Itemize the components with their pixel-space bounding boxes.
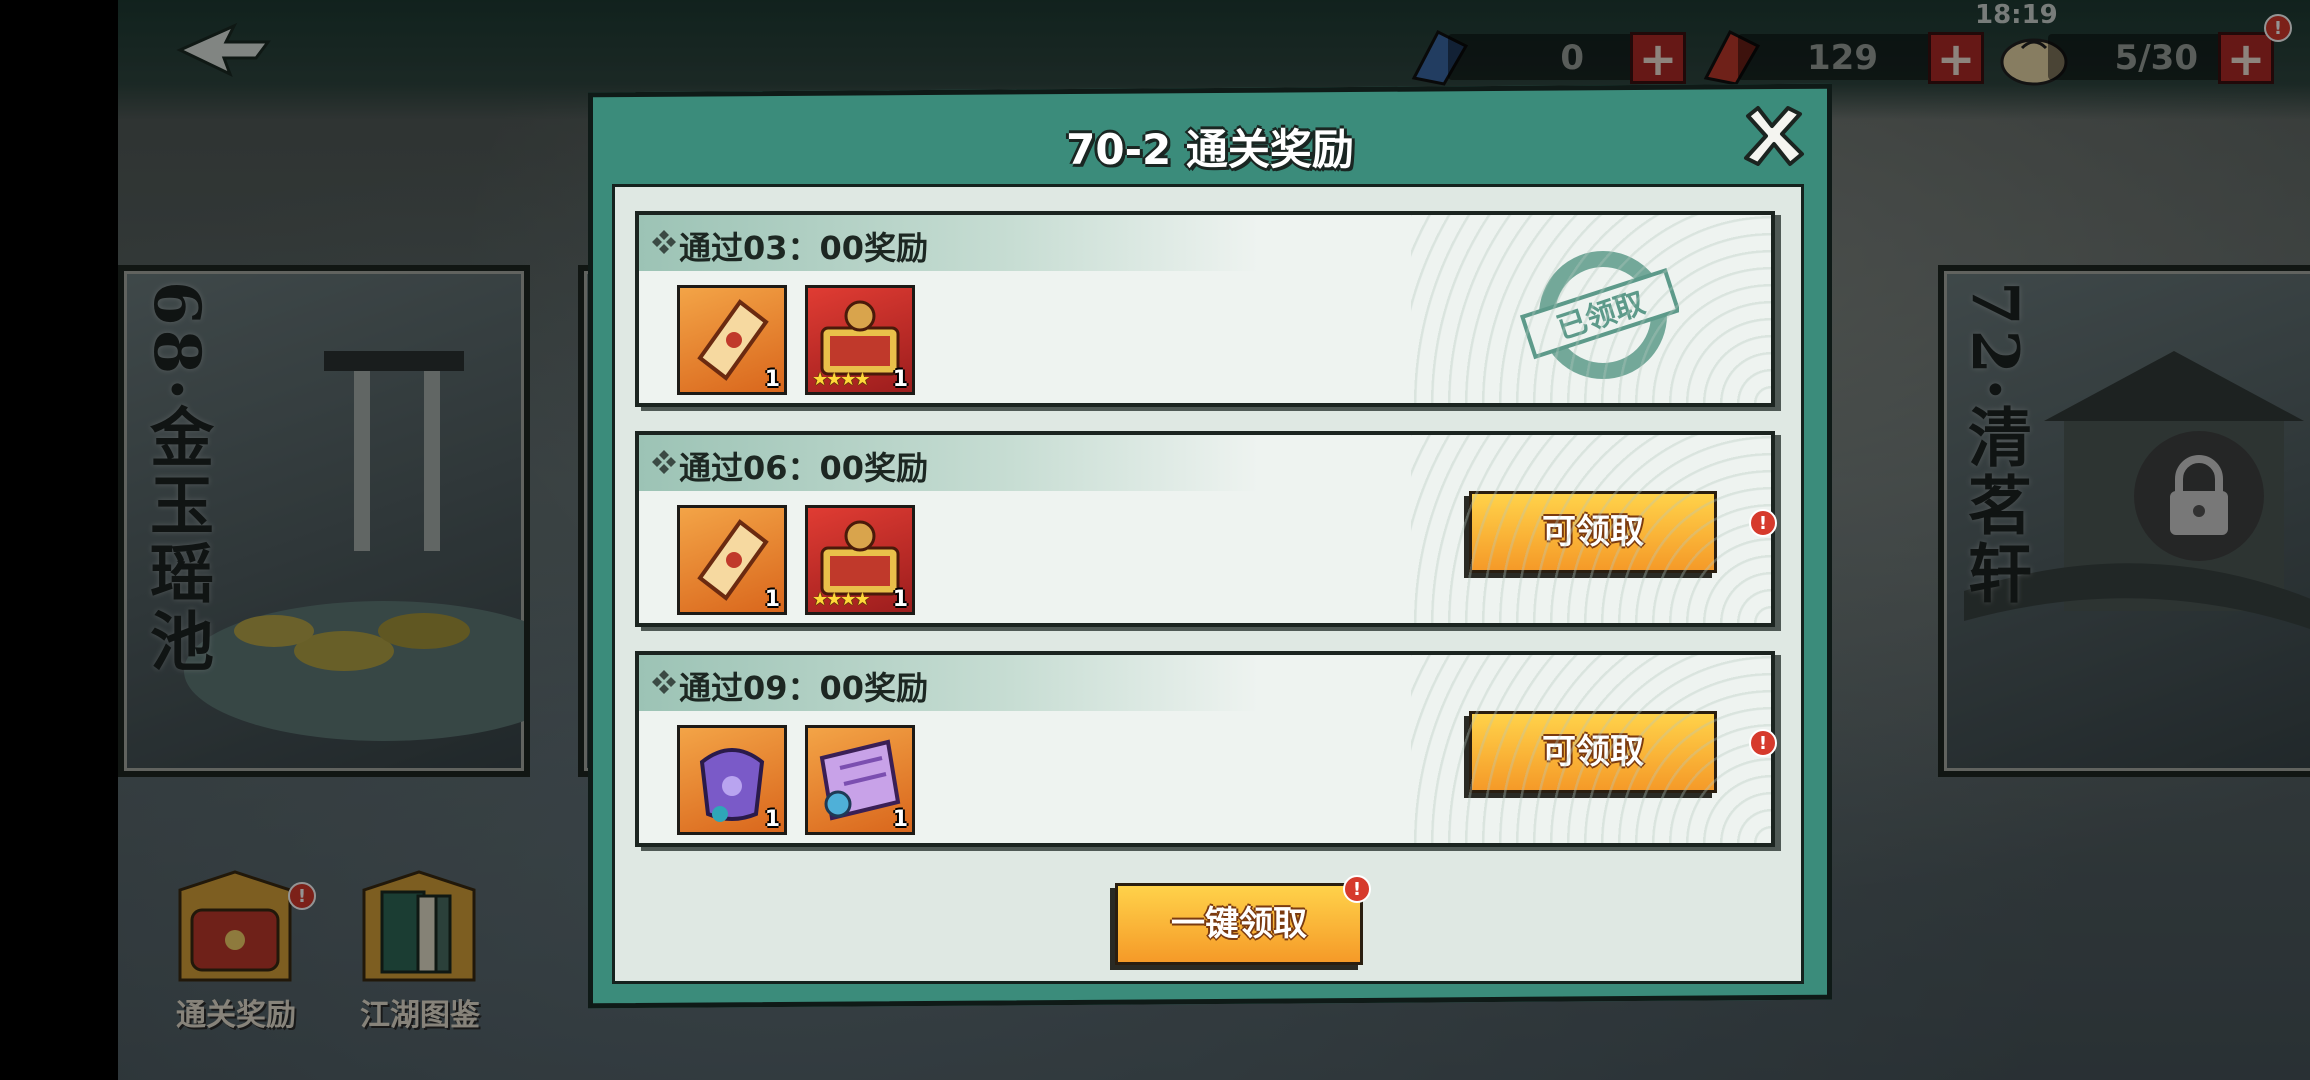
stage-clear-rewards-dialog: 70-2 通关奖励 通过03：00奖励 1 ★★★★ 1 已领取 通过06：00… (588, 83, 1832, 1009)
reward-row-title: 通过03：00奖励 (679, 229, 929, 267)
notification-badge: ! (1343, 875, 1371, 903)
reward-row-3: 通过09：00奖励 1 1 可领取 (635, 651, 1775, 847)
reward-item-chest[interactable]: ★★★★ 1 (805, 505, 915, 615)
reward-item-pouch[interactable]: 1 (677, 725, 787, 835)
claim-button[interactable]: 可领取 (1469, 711, 1717, 793)
close-icon[interactable] (1738, 102, 1808, 172)
item-count: 1 (892, 587, 908, 612)
diamond-bullet-icon (652, 230, 676, 254)
item-count: 1 (764, 587, 780, 612)
claim-all-button[interactable]: 一键领取 (1115, 883, 1363, 965)
dialog-body: 通过03：00奖励 1 ★★★★ 1 已领取 通过06：00奖励 1 ★★★★ … (612, 184, 1804, 984)
item-stars: ★★★★ (812, 369, 871, 390)
item-count: 1 (764, 367, 780, 392)
reward-item-scroll[interactable]: 1 (805, 725, 915, 835)
claim-button[interactable]: 可领取 (1469, 491, 1717, 573)
item-count: 1 (764, 807, 780, 832)
claimed-status-text: 已领取 (1553, 285, 1649, 346)
reward-item-talisman[interactable]: 1 (677, 285, 787, 395)
notification-badge: ! (1749, 729, 1777, 757)
reward-row-title: 通过09：00奖励 (679, 669, 929, 707)
item-stars: ★★★★ (812, 589, 871, 610)
reward-row-1: 通过03：00奖励 1 ★★★★ 1 已领取 (635, 211, 1775, 407)
claimed-stamp-icon: 已领取 (1519, 251, 1679, 379)
diamond-bullet-icon (652, 450, 676, 474)
reward-row-title: 通过06：00奖励 (679, 449, 929, 487)
diamond-bullet-icon (652, 670, 676, 694)
reward-row-2: 通过06：00奖励 1 ★★★★ 1 可领取 (635, 431, 1775, 627)
reward-item-chest[interactable]: ★★★★ 1 (805, 285, 915, 395)
item-count: 1 (892, 807, 908, 832)
reward-item-talisman[interactable]: 1 (677, 505, 787, 615)
item-count: 1 (892, 367, 908, 392)
dialog-title: 70-2 通关奖励 (1066, 125, 1354, 174)
notification-badge: ! (1749, 509, 1777, 537)
